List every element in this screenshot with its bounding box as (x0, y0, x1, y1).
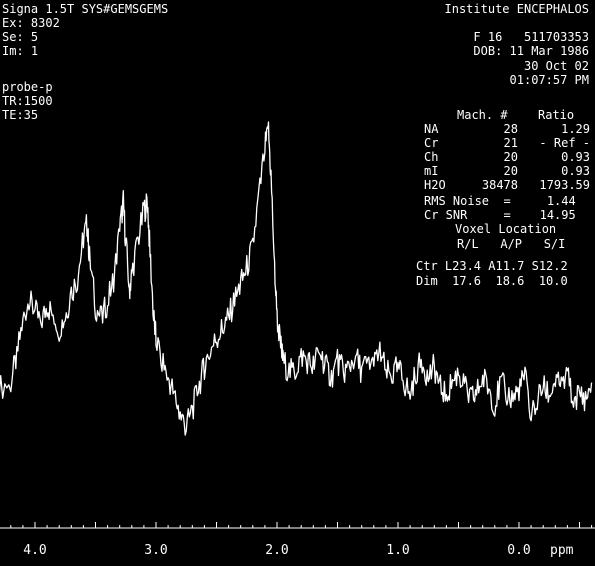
voxel-headers: R/L A/P S/I (457, 237, 566, 251)
x-tick-label: 3.0 (144, 543, 167, 558)
ratio-value: - Ref - (539, 136, 590, 150)
date-of-birth: DOB: 11 Mar 1986 (473, 44, 589, 58)
metabolite-name: Ch (424, 150, 439, 164)
x-axis-tick-labels: 4.0 3.0 2.0 1.0 0.0 (23, 543, 530, 558)
scan-date: 30 Oct 02 (523, 59, 589, 73)
mach-value: 38478 (481, 178, 518, 192)
mach-value: 20 (503, 150, 518, 164)
table-header-mach: Mach. # (457, 108, 508, 122)
ratio-value: 0.93 (561, 164, 590, 178)
metabolite-name: Cr (424, 136, 439, 150)
rms-noise: RMS Noise = 1.44 (424, 194, 576, 208)
x-tick-label: 4.0 (23, 543, 46, 558)
x-tick-label: 2.0 (265, 543, 288, 558)
table-header-ratio: Ratio (538, 108, 575, 122)
metabolite-name: mI (424, 164, 439, 178)
ratio-value: 0.93 (561, 150, 590, 164)
patient-id: F 16 511703353 (473, 30, 589, 44)
institute-name: Institute ENCEPHALOS (444, 2, 590, 16)
ratio-value: 1.29 (561, 122, 590, 136)
metabolite-name: H2O (424, 178, 446, 192)
mach-value: 20 (503, 164, 518, 178)
probe-label: probe-p (2, 80, 53, 94)
voxel-dimensions: Dim 17.6 18.6 10.0 (416, 274, 568, 288)
ratio-value: 1793.59 (539, 178, 590, 192)
voxel-location-title: Voxel Location (455, 222, 557, 236)
mach-value: 21 (503, 136, 518, 150)
exam-number: Ex: 8302 (2, 16, 60, 30)
image-number: Im: 1 (2, 44, 39, 58)
x-tick-label: 0.0 (507, 543, 530, 558)
cr-snr: Cr SNR = 14.95 (424, 208, 576, 222)
scanner-info: Signa 1.5T SYS#GEMSGEMS (2, 2, 169, 16)
mach-value: 28 (503, 122, 518, 136)
scan-time: 01:07:57 PM (509, 73, 589, 87)
tr-value: TR:1500 (2, 94, 53, 108)
x-tick-label: 1.0 (386, 543, 409, 558)
series-number: Se: 5 (2, 30, 39, 44)
x-axis-label: ppm (550, 543, 574, 558)
x-axis-ticks (10, 522, 593, 528)
te-value: TE:35 (2, 108, 39, 122)
metabolite-name: NA (424, 122, 439, 136)
voxel-center: Ctr L23.4 A11.7 S12.2 (416, 259, 568, 273)
